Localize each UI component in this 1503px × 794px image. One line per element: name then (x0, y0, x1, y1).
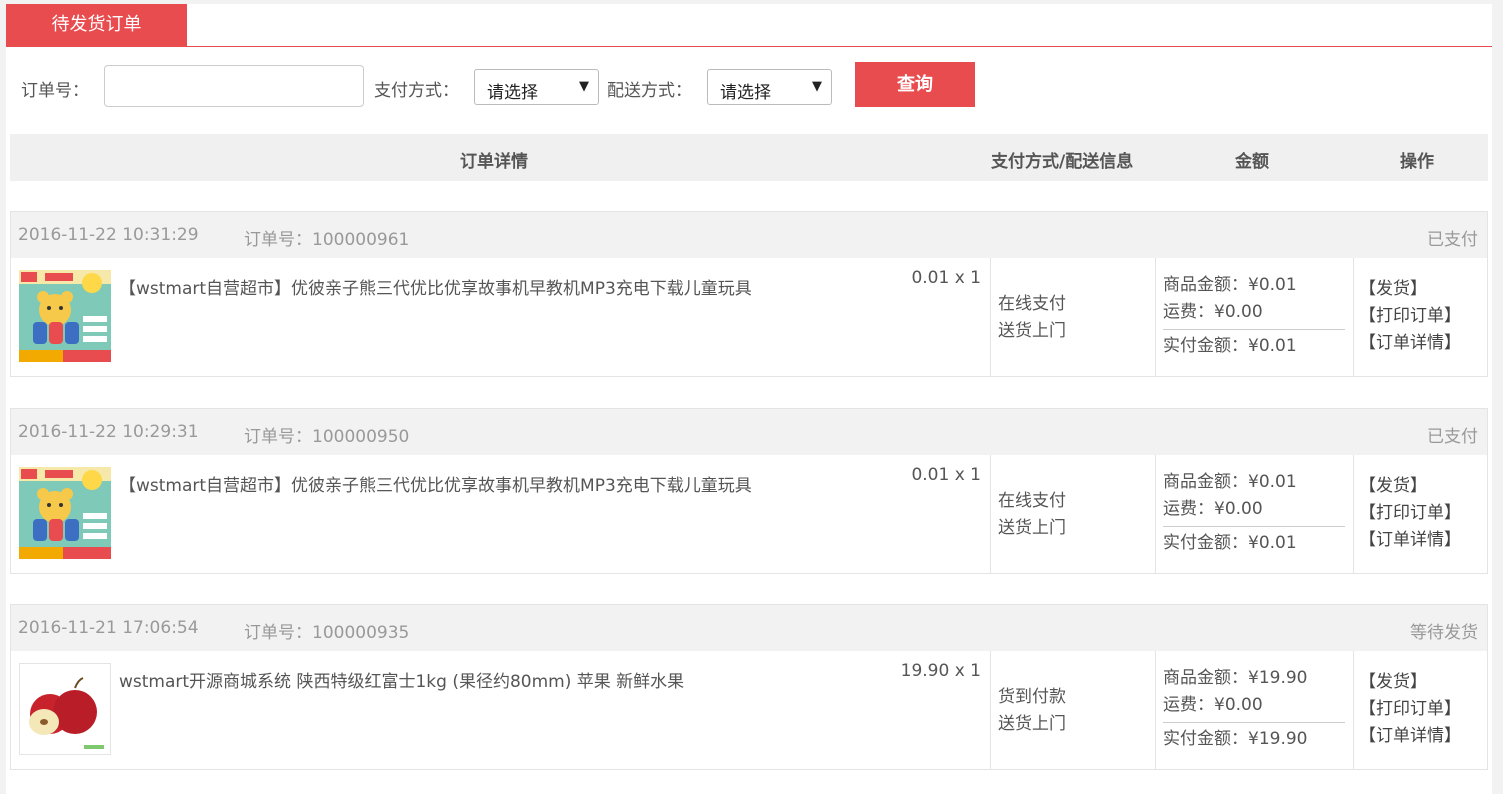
toy-product-image[interactable] (19, 270, 111, 362)
order-card: 2016-11-21 17:06:54 订单号：100000935 等待发货 w… (10, 604, 1488, 770)
product-quantity: 0.01 x 1 (911, 465, 981, 485)
filter-bar: 订单号： 支付方式： 请选择 ▼ 配送方式： 请选择 ▼ 查询 (6, 62, 1492, 112)
order-status: 等待发货 (1410, 623, 1478, 643)
goods-amount: 商品金额：¥0.01 (1163, 275, 1297, 295)
shipping-fee: 运费：¥0.00 (1163, 695, 1263, 715)
shipping-fee: 运费：¥0.00 (1163, 499, 1263, 519)
order-datetime: 2016-11-21 17:06:54 (18, 618, 199, 638)
order-number: 订单号：100000950 (244, 427, 410, 447)
order-actions: 【发货】 【打印订单】 【订单详情】 (1359, 276, 1461, 357)
product-quantity: 0.01 x 1 (911, 268, 981, 288)
apple-product-image[interactable] (19, 663, 111, 755)
payment-method: 在线支付 (998, 294, 1066, 314)
goods-amount: 商品金额：¥19.90 (1163, 668, 1308, 688)
order-no-input[interactable] (104, 65, 364, 107)
product-name[interactable]: wstmart开源商城系统 陕西特级红富士1kg (果径约80mm) 苹果 新鲜… (119, 667, 889, 692)
dropdown-arrow-icon: ▼ (579, 79, 589, 94)
paid-amount: 实付金额：¥19.90 (1163, 729, 1308, 749)
payment-method-label: 支付方式： (374, 81, 459, 101)
ship-button[interactable]: 【发货】 (1359, 669, 1461, 696)
order-body: 【wstmart自营超市】优彼亲子熊三代优比优享故事机早教机MP3充电下载儿童玩… (11, 258, 1487, 376)
divider (990, 455, 991, 573)
delivery-method: 送货上门 (998, 321, 1066, 341)
goods-amount: 商品金额：¥0.01 (1163, 472, 1297, 492)
dropdown-arrow-icon: ▼ (812, 79, 822, 94)
payment-method: 在线支付 (998, 491, 1066, 511)
delivery-method: 送货上门 (998, 714, 1066, 734)
order-status: 已支付 (1427, 230, 1478, 250)
product-quantity: 19.90 x 1 (900, 661, 981, 681)
amount-info: 商品金额：¥0.01 运费：¥0.00 实付金额：¥0.01 (1163, 272, 1345, 360)
column-order-detail: 订单详情 (460, 152, 528, 172)
ship-button[interactable]: 【发货】 (1359, 473, 1461, 500)
divider (1155, 651, 1156, 769)
column-payment-delivery: 支付方式/配送信息 (991, 152, 1134, 172)
divider (1163, 526, 1345, 527)
divider (1353, 455, 1354, 573)
payment-delivery-info: 在线支付 送货上门 (998, 488, 1066, 542)
divider (1155, 455, 1156, 573)
divider (990, 258, 991, 376)
product-name[interactable]: 【wstmart自营超市】优彼亲子熊三代优比优享故事机早教机MP3充电下载儿童玩… (119, 471, 889, 496)
print-order-button[interactable]: 【打印订单】 (1359, 500, 1461, 527)
order-header: 2016-11-22 10:29:31 订单号：100000950 已支付 (11, 409, 1487, 455)
order-card: 2016-11-22 10:29:31 订单号：100000950 已支付 【w… (10, 408, 1488, 574)
query-button[interactable]: 查询 (855, 62, 975, 107)
payment-method: 货到付款 (998, 687, 1066, 707)
paid-amount: 实付金额：¥0.01 (1163, 336, 1297, 356)
divider (1353, 258, 1354, 376)
print-order-button[interactable]: 【打印订单】 (1359, 696, 1461, 723)
print-order-button[interactable]: 【打印订单】 (1359, 303, 1461, 330)
order-detail-button[interactable]: 【订单详情】 (1359, 527, 1461, 554)
payment-method-value: 请选择 (487, 83, 538, 103)
order-card: 2016-11-22 10:31:29 订单号：100000961 已支付 【w… (10, 211, 1488, 377)
divider (1163, 722, 1345, 723)
delivery-method: 送货上门 (998, 518, 1066, 538)
payment-delivery-info: 在线支付 送货上门 (998, 291, 1066, 345)
order-actions: 【发货】 【打印订单】 【订单详情】 (1359, 669, 1461, 750)
order-no-label: 订单号： (21, 81, 89, 101)
order-body: wstmart开源商城系统 陕西特级红富士1kg (果径约80mm) 苹果 新鲜… (11, 651, 1487, 769)
column-amount: 金额 (1235, 152, 1269, 172)
order-datetime: 2016-11-22 10:29:31 (18, 422, 199, 442)
delivery-method-value: 请选择 (720, 83, 771, 103)
amount-info: 商品金额：¥19.90 运费：¥0.00 实付金额：¥19.90 (1163, 665, 1345, 753)
tab-bar: 待发货订单 (6, 4, 1492, 47)
order-header: 2016-11-21 17:06:54 订单号：100000935 等待发货 (11, 605, 1487, 651)
order-body: 【wstmart自营超市】优彼亲子熊三代优比优享故事机早教机MP3充电下载儿童玩… (11, 455, 1487, 573)
divider (1353, 651, 1354, 769)
order-status: 已支付 (1427, 427, 1478, 447)
column-actions: 操作 (1400, 152, 1434, 172)
table-header: 订单详情 支付方式/配送信息 金额 操作 (10, 134, 1488, 181)
paid-amount: 实付金额：¥0.01 (1163, 533, 1297, 553)
delivery-method-label: 配送方式： (607, 81, 692, 101)
order-header: 2016-11-22 10:31:29 订单号：100000961 已支付 (11, 212, 1487, 258)
order-detail-button[interactable]: 【订单详情】 (1359, 723, 1461, 750)
order-number: 订单号：100000961 (244, 230, 410, 250)
order-detail-button[interactable]: 【订单详情】 (1359, 330, 1461, 357)
delivery-method-select[interactable]: 请选择 ▼ (707, 69, 832, 105)
payment-method-select[interactable]: 请选择 ▼ (474, 69, 599, 105)
amount-info: 商品金额：¥0.01 运费：¥0.00 实付金额：¥0.01 (1163, 469, 1345, 557)
toy-product-image[interactable] (19, 467, 111, 559)
order-number: 订单号：100000935 (244, 623, 410, 643)
product-name[interactable]: 【wstmart自营超市】优彼亲子熊三代优比优享故事机早教机MP3充电下载儿童玩… (119, 274, 889, 299)
order-actions: 【发货】 【打印订单】 【订单详情】 (1359, 473, 1461, 554)
divider (1163, 329, 1345, 330)
payment-delivery-info: 货到付款 送货上门 (998, 684, 1066, 738)
ship-button[interactable]: 【发货】 (1359, 276, 1461, 303)
orders-panel: 待发货订单 订单号： 支付方式： 请选择 ▼ 配送方式： 请选择 ▼ 查询 订单… (6, 4, 1492, 794)
divider (990, 651, 991, 769)
divider (1155, 258, 1156, 376)
order-datetime: 2016-11-22 10:31:29 (18, 225, 199, 245)
tab-pending-shipment[interactable]: 待发货订单 (6, 4, 187, 46)
shipping-fee: 运费：¥0.00 (1163, 302, 1263, 322)
